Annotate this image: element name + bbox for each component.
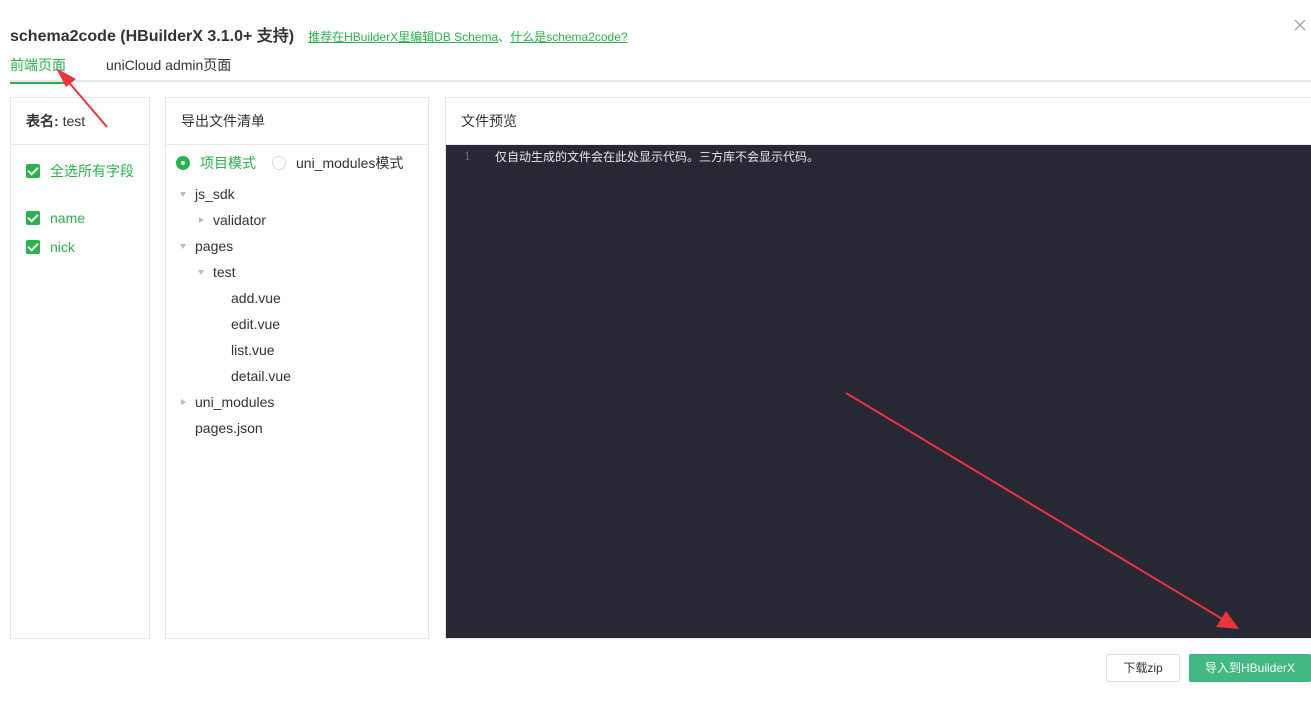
mode-radio-group: 项目模式 uni_modules模式 xyxy=(176,153,419,173)
field-checkbox-name[interactable]: name xyxy=(26,210,85,226)
tree-node-test[interactable]: test xyxy=(198,262,236,282)
tree-node-label: list.vue xyxy=(231,342,275,358)
tree-node-label: js_sdk xyxy=(195,186,235,202)
download-zip-button[interactable]: 下载zip xyxy=(1106,654,1180,682)
close-button[interactable] xyxy=(1289,14,1311,36)
tab-bar: 前端页面 uniCloud admin页面 xyxy=(10,52,1311,84)
field-label: name xyxy=(50,210,86,226)
radio-label: 项目模式 xyxy=(200,155,256,171)
line-number: 1 xyxy=(464,150,471,163)
tree-node-pages-json[interactable]: pages.json xyxy=(195,418,263,438)
schema2code-help-link[interactable]: 什么是schema2code? xyxy=(510,30,627,44)
tree-node-detail-vue[interactable]: detail.vue xyxy=(231,366,291,386)
radio-project-mode[interactable]: 项目模式 xyxy=(176,153,256,173)
file-preview-panel: 文件预览 1 仅自动生成的文件会在此处显示代码。三方库不会显示代码。 xyxy=(445,97,1311,639)
radio-selected-icon xyxy=(176,156,190,170)
tree-node-add-vue[interactable]: add.vue xyxy=(231,288,281,308)
export-files-panel: 导出文件清单 项目模式 uni_modules模式 js_sdk validat… xyxy=(165,97,429,639)
link-separator: 、 xyxy=(498,30,511,44)
dialog-title: schema2code (HBuilderX 3.1.0+ 支持) xyxy=(10,28,295,45)
file-preview-title: 文件预览 xyxy=(446,98,1311,145)
select-all-checkbox[interactable]: 全选所有字段 xyxy=(26,161,134,181)
checkbox-checked-icon xyxy=(26,164,40,178)
caret-down-icon xyxy=(180,243,186,249)
checkbox-checked-icon xyxy=(26,240,40,254)
tree-node-label: validator xyxy=(213,212,266,228)
radio-unselected-icon xyxy=(272,156,286,170)
tree-node-validator[interactable]: validator xyxy=(198,210,266,230)
tree-node-label: detail.vue xyxy=(231,368,291,384)
field-label: nick xyxy=(50,239,75,255)
tree-node-label: edit.vue xyxy=(231,316,281,332)
tree-node-label: pages xyxy=(195,238,234,254)
tree-node-label: uni_modules xyxy=(195,394,275,410)
export-files-title: 导出文件清单 xyxy=(166,98,428,145)
radio-uni-modules-mode[interactable]: uni_modules模式 xyxy=(272,153,403,173)
fields-panel: 表名: test 全选所有字段 name nick xyxy=(10,97,150,639)
tree-node-label: pages.json xyxy=(195,420,263,436)
table-name-header: 表名: test xyxy=(11,98,149,145)
tree-node-js-sdk[interactable]: js_sdk xyxy=(180,184,235,204)
tab-frontend-pages[interactable]: 前端页面 xyxy=(10,55,66,84)
tree-node-pages[interactable]: pages xyxy=(180,236,233,256)
tree-node-uni-modules[interactable]: uni_modules xyxy=(180,392,274,412)
dialog-header: schema2code (HBuilderX 3.1.0+ 支持) 推荐在HBu… xyxy=(10,22,628,46)
tree-node-label: add.vue xyxy=(231,290,281,306)
caret-down-icon xyxy=(180,191,186,197)
code-editor[interactable]: 1 仅自动生成的文件会在此处显示代码。三方库不会显示代码。 xyxy=(446,145,1311,638)
tree-node-list-vue[interactable]: list.vue xyxy=(231,340,275,360)
table-name-value: test xyxy=(62,113,86,129)
code-line: 仅自动生成的文件会在此处显示代码。三方库不会显示代码。 xyxy=(495,150,820,164)
table-name-label: 表名: xyxy=(26,113,59,129)
select-all-label: 全选所有字段 xyxy=(50,163,134,179)
caret-down-icon xyxy=(198,269,204,275)
caret-right-icon xyxy=(199,217,204,223)
tab-unicloud-admin-pages[interactable]: uniCloud admin页面 xyxy=(106,55,231,82)
radio-label: uni_modules模式 xyxy=(296,155,404,171)
caret-right-icon xyxy=(181,399,186,405)
tree-node-edit-vue[interactable]: edit.vue xyxy=(231,314,280,334)
help-links: 推荐在HBuilderX里编辑DB Schema、什么是schema2code? xyxy=(308,28,627,45)
close-icon xyxy=(1294,19,1306,31)
import-to-hbuilderx-button[interactable]: 导入到HBuilderX xyxy=(1189,654,1311,682)
field-checkbox-nick[interactable]: nick xyxy=(26,239,75,255)
db-schema-help-link[interactable]: 推荐在HBuilderX里编辑DB Schema xyxy=(308,30,498,44)
checkbox-checked-icon xyxy=(26,211,40,225)
tree-node-label: test xyxy=(213,264,236,280)
